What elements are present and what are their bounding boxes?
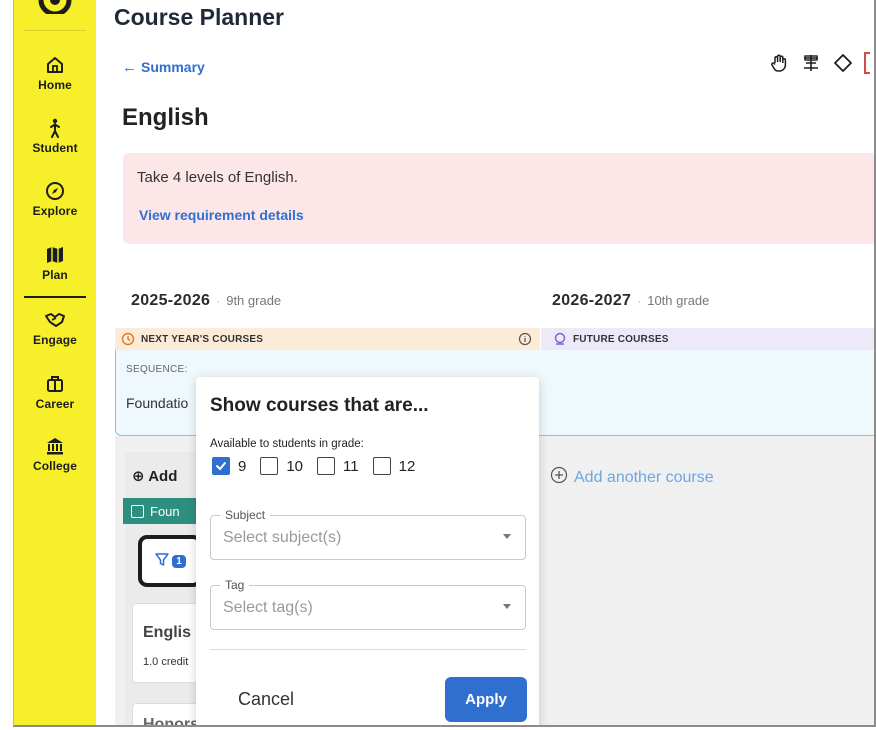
toolbar-overflow-edge[interactable] (864, 52, 870, 74)
student-icon (14, 118, 96, 140)
checkbox-icon (317, 457, 336, 475)
handshake-icon (14, 310, 96, 332)
column-label: NEXT YEAR'S COURSES (141, 333, 264, 345)
add-course-button[interactable]: ⊕ Add (132, 467, 177, 485)
sidebar-item-plan[interactable]: Plan (14, 245, 96, 282)
course-filter-popover: Show courses that are... Available to st… (196, 377, 539, 725)
year-grade: 10th grade (647, 293, 710, 308)
column-label: FUTURE COURSES (573, 333, 669, 345)
cancel-button[interactable]: Cancel (214, 677, 318, 721)
year-header-2026: 2026-2027 · 10th grade (552, 292, 709, 310)
back-to-summary-link[interactable]: ← Summary (122, 59, 205, 76)
tag-select[interactable]: Tag Select tag(s) (210, 578, 526, 630)
course-credits: 1.0 credit (143, 656, 189, 668)
app-frame: Home Student Explore Plan Engage Career … (13, 0, 876, 727)
checkbox-checked-icon (212, 457, 230, 475)
sidebar-item-engage[interactable]: Engage (14, 310, 96, 347)
grade-option-label: 10 (286, 457, 304, 475)
main-content: Course Planner ← Summary English Take 4 l… (96, 0, 874, 725)
home-icon (14, 55, 96, 77)
separator-dot: · (216, 294, 221, 308)
tag-legend: Tag (220, 578, 250, 592)
popover-divider (210, 649, 526, 650)
grade-12-checkbox[interactable]: 12 (372, 457, 416, 475)
view-requirement-details-link[interactable]: View requirement details (139, 207, 304, 223)
course-name: Honors (143, 716, 199, 727)
sidebar-item-label: Career (35, 397, 75, 411)
sidebar-item-label: Explore (32, 204, 78, 218)
subject-legend: Subject (220, 508, 271, 522)
active-nav-indicator (24, 296, 86, 298)
grade-label: Available to students in grade: (210, 438, 364, 450)
grade-9-checkbox[interactable]: 9 (212, 457, 246, 475)
requirement-banner: Take 4 levels of English. View requireme… (123, 153, 874, 244)
info-icon[interactable] (518, 332, 532, 346)
diamond-icon[interactable] (832, 52, 854, 74)
sidebar-item-career[interactable]: Career (14, 374, 96, 411)
page-title: Course Planner (114, 4, 284, 30)
hand-icon[interactable] (768, 52, 790, 74)
filter-button[interactable]: 1 (138, 535, 202, 587)
sidebar-item-explore[interactable]: Explore (14, 181, 96, 218)
grade-11-checkbox[interactable]: 11 (317, 457, 359, 475)
sequence-course-label: Foun (150, 503, 180, 519)
arrow-left-icon: ← (122, 59, 137, 76)
caret-down-icon (503, 534, 511, 539)
sidebar-item-home[interactable]: Home (14, 55, 96, 92)
plus-circle-icon: ⊕ (132, 468, 145, 485)
briefcase-icon (14, 374, 96, 396)
list-icon[interactable] (800, 52, 822, 74)
sidebar-item-label: College (32, 459, 78, 473)
compass-icon (14, 181, 96, 203)
year-title: 2025-2026 (131, 292, 211, 309)
apply-button[interactable]: Apply (445, 677, 527, 722)
sequence-label: SEQUENCE: (126, 364, 188, 375)
toolbar (768, 52, 870, 74)
grade-options: 9 10 11 12 (212, 457, 415, 475)
bank-icon (14, 436, 96, 458)
year-title: 2026-2027 (552, 292, 632, 309)
future-icon (553, 332, 567, 346)
checkbox-icon (131, 504, 144, 518)
caret-down-icon (503, 604, 511, 609)
plus-circle-icon (550, 466, 568, 489)
requirement-text: Take 4 levels of English. (137, 169, 298, 186)
course-name: Englis (143, 624, 192, 641)
popover-title: Show courses that are... (210, 395, 429, 416)
future-courses-header: FUTURE COURSES (541, 328, 874, 350)
sidebar-item-label: Plan (42, 268, 68, 282)
grade-option-label: 9 (238, 457, 247, 475)
subject-select[interactable]: Subject Select subject(s) (210, 508, 526, 560)
section-title: English (122, 104, 209, 131)
grade-option-label: 12 (398, 457, 416, 475)
subject-placeholder: Select subject(s) (223, 529, 342, 546)
checkbox-icon (260, 457, 279, 475)
tag-placeholder: Select tag(s) (223, 599, 313, 616)
checkbox-icon (372, 457, 391, 475)
add-another-label: Add another course (574, 468, 714, 486)
sidebar-item-label: Student (32, 141, 78, 155)
app-logo-icon[interactable] (14, 0, 96, 14)
clock-icon (121, 332, 135, 346)
year-header-2025: 2025-2026 · 9th grade (131, 292, 281, 310)
grade-10-checkbox[interactable]: 10 (260, 457, 303, 475)
map-icon (14, 245, 96, 267)
filter-icon (154, 551, 170, 572)
sidebar-divider (24, 30, 86, 31)
year-grade: 9th grade (226, 293, 282, 308)
sidebar-item-label: Home (38, 78, 72, 92)
grade-option-label: 11 (343, 457, 359, 475)
sidebar-item-college[interactable]: College (14, 436, 96, 473)
sidebar-item-label: Engage (33, 333, 77, 347)
next-year-courses-header: NEXT YEAR'S COURSES (115, 328, 540, 350)
add-course-label: Add (148, 468, 178, 485)
sidebar: Home Student Explore Plan Engage Career … (14, 0, 96, 725)
back-link-label: Summary (141, 59, 205, 75)
sequence-value[interactable]: Foundatio (126, 395, 188, 411)
add-another-course-button[interactable]: Add another course (550, 466, 714, 489)
sidebar-item-student[interactable]: Student (14, 118, 96, 155)
separator-dot: · (637, 294, 642, 308)
filter-count-badge: 1 (172, 554, 186, 568)
